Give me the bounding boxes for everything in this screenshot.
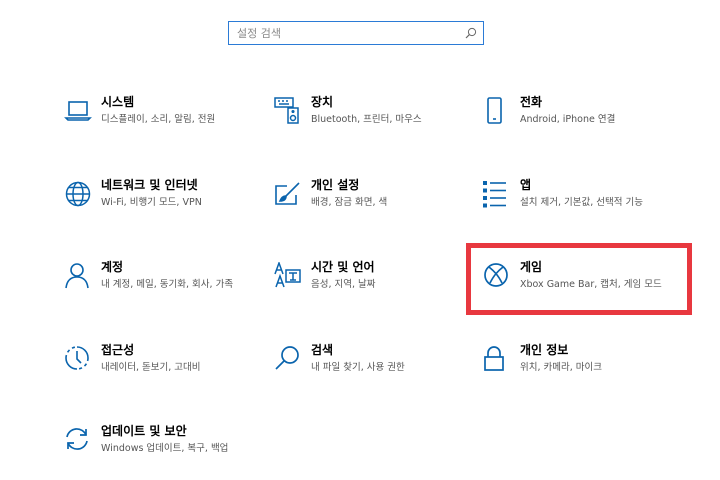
- accessibility-icon: [64, 345, 92, 373]
- item-description: 디스플레이, 소리, 알림, 전원: [101, 114, 216, 125]
- settings-item-search[interactable]: 검색 내 파일 찾기, 사용 권한: [274, 343, 464, 399]
- settings-item-privacy[interactable]: 개인 정보 위치, 카메라, 마이크: [483, 343, 683, 399]
- settings-item-accessibility[interactable]: 접근성 내레이터, 돋보기, 고대비: [64, 343, 254, 399]
- item-title: 검색: [311, 343, 334, 357]
- item-title: 네트워크 및 인터넷: [101, 178, 198, 192]
- settings-item-phone[interactable]: 전화 Android, iPhone 연결: [483, 95, 683, 151]
- settings-item-gaming[interactable]: 게임 Xbox Game Bar, 캡처, 게임 모드: [483, 260, 683, 316]
- paint-brush-icon: [274, 180, 302, 208]
- sync-icon: [64, 426, 92, 454]
- item-title: 접근성: [101, 343, 135, 357]
- settings-item-network[interactable]: 네트워크 및 인터넷 Wi-Fi, 비행기 모드, VPN: [64, 178, 254, 234]
- item-description: Wi-Fi, 비행기 모드, VPN: [101, 197, 202, 208]
- item-title: 시간 및 언어: [311, 260, 375, 274]
- language-icon: [274, 262, 302, 290]
- item-title: 전화: [520, 95, 543, 109]
- search-input[interactable]: [229, 22, 467, 44]
- person-icon: [64, 262, 92, 290]
- item-description: 설치 제거, 기본값, 선택적 기능: [520, 197, 643, 208]
- item-description: 위치, 카메라, 마이크: [520, 362, 602, 373]
- settings-item-accounts[interactable]: 계정 내 계정, 메일, 동기화, 회사, 가족: [64, 260, 254, 316]
- search-box[interactable]: [228, 21, 484, 45]
- laptop-icon: [64, 97, 92, 125]
- item-description: Android, iPhone 연결: [520, 114, 616, 125]
- item-title: 개인 설정: [311, 178, 360, 192]
- item-description: Bluetooth, 프린터, 마우스: [311, 114, 422, 125]
- item-title: 앱: [520, 178, 532, 192]
- search-icon[interactable]: [465, 27, 477, 39]
- item-description: 음성, 지역, 날짜: [311, 279, 376, 290]
- item-title: 개인 정보: [520, 343, 569, 357]
- globe-icon: [64, 180, 92, 208]
- item-title: 계정: [101, 260, 124, 274]
- item-description: Xbox Game Bar, 캡처, 게임 모드: [520, 279, 662, 290]
- lock-icon: [483, 345, 511, 373]
- item-description: 내레이터, 돋보기, 고대비: [101, 362, 201, 373]
- item-title: 장치: [311, 95, 334, 109]
- item-description: 내 파일 찾기, 사용 권한: [311, 362, 405, 373]
- settings-item-system[interactable]: 시스템 디스플레이, 소리, 알림, 전원: [64, 95, 254, 151]
- apps-list-icon: [483, 180, 511, 208]
- item-title: 시스템: [101, 95, 135, 109]
- settings-item-update-security[interactable]: 업데이트 및 보안 Windows 업데이트, 복구, 백업: [64, 424, 254, 480]
- settings-item-time-language[interactable]: 시간 및 언어 음성, 지역, 날짜: [274, 260, 464, 316]
- settings-item-personalization[interactable]: 개인 설정 배경, 잠금 화면, 색: [274, 178, 464, 234]
- item-description: 배경, 잠금 화면, 색: [311, 197, 388, 208]
- item-description: 내 계정, 메일, 동기화, 회사, 가족: [101, 279, 234, 290]
- item-title: 업데이트 및 보안: [101, 424, 187, 438]
- item-title: 게임: [520, 260, 543, 274]
- keyboard-speaker-icon: [274, 97, 302, 125]
- xbox-icon: [483, 262, 511, 290]
- item-description: Windows 업데이트, 복구, 백업: [101, 443, 229, 454]
- settings-item-devices[interactable]: 장치 Bluetooth, 프린터, 마우스: [274, 95, 464, 151]
- phone-icon: [483, 97, 511, 125]
- search-icon: [274, 345, 302, 373]
- settings-item-apps[interactable]: 앱 설치 제거, 기본값, 선택적 기능: [483, 178, 683, 234]
